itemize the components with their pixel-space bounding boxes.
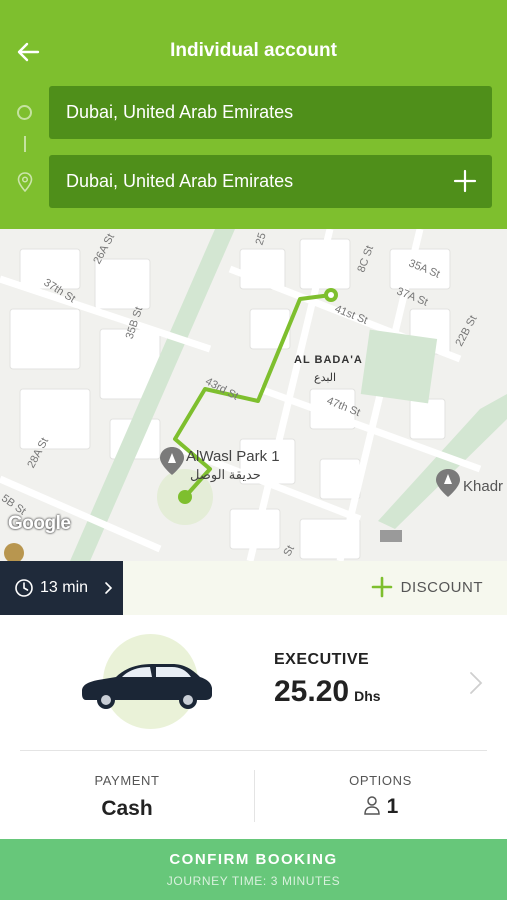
eta-discount-bar: 13 min DISCOUNT: [0, 561, 507, 615]
route-connector: [24, 136, 26, 152]
options-selector[interactable]: OPTIONS 1: [254, 751, 507, 839]
map-place-label: AL BADA'A: [294, 354, 363, 366]
add-stop-plus-icon[interactable]: [452, 168, 478, 194]
plus-icon: [371, 576, 392, 598]
passenger-count: 1: [386, 795, 399, 818]
map-place-label-ar: حديقة الوصل: [190, 467, 261, 482]
confirm-booking-button[interactable]: CONFIRM BOOKING JOURNEY TIME: 3 MINUTES: [0, 839, 507, 900]
vehicle-class: EXECUTIVE: [274, 651, 370, 668]
person-icon: [363, 796, 380, 815]
page-title: Individual account: [170, 40, 337, 61]
payment-caption: PAYMENT: [94, 773, 160, 788]
eta-button[interactable]: 13 min: [0, 561, 123, 615]
car-icon: [82, 664, 212, 709]
chevron-right-icon[interactable]: [469, 671, 483, 695]
location-pin-icon: [17, 172, 33, 193]
map-place-label: AlWasl Park 1: [186, 448, 280, 465]
chevron-right-icon: [105, 582, 113, 594]
map-view[interactable]: 26A St 35B St 37th St 28A St 5B St 25 8C…: [0, 229, 507, 561]
journey-time: JOURNEY TIME: 3 MINUTES: [166, 874, 341, 888]
price-value: 25.20: [274, 675, 350, 708]
origin-circle-icon: [17, 105, 32, 120]
destination-text: Dubai, United Arab Emirates: [66, 171, 294, 191]
payment-selector[interactable]: PAYMENT Cash: [0, 751, 254, 839]
vehicle-selector[interactable]: EXECUTIVE 25.20 Dhs: [0, 615, 507, 750]
discount-button[interactable]: DISCOUNT: [371, 575, 483, 601]
clock-icon: [15, 579, 33, 597]
map-place-label-ar: البدع: [314, 372, 337, 384]
fare-price: 25.20 Dhs: [274, 675, 381, 709]
map-graphics: [0, 229, 507, 561]
header: Individual account Dubai, United Arab Em…: [0, 0, 507, 229]
payment-value: Cash: [101, 797, 153, 820]
google-logo: Google: [8, 513, 71, 534]
eta-text: 13 min: [40, 579, 89, 596]
confirm-title: CONFIRM BOOKING: [169, 851, 338, 868]
map-place-label: Khadr: [463, 478, 504, 495]
options-value-row: 1: [254, 795, 507, 819]
discount-label: DISCOUNT: [400, 579, 483, 596]
origin-text: Dubai, United Arab Emirates: [66, 102, 294, 122]
options-caption: OPTIONS: [349, 773, 412, 788]
origin-field[interactable]: Dubai, United Arab Emirates: [49, 86, 492, 139]
destination-field[interactable]: Dubai, United Arab Emirates: [49, 155, 492, 208]
currency-label: Dhs: [354, 688, 381, 704]
